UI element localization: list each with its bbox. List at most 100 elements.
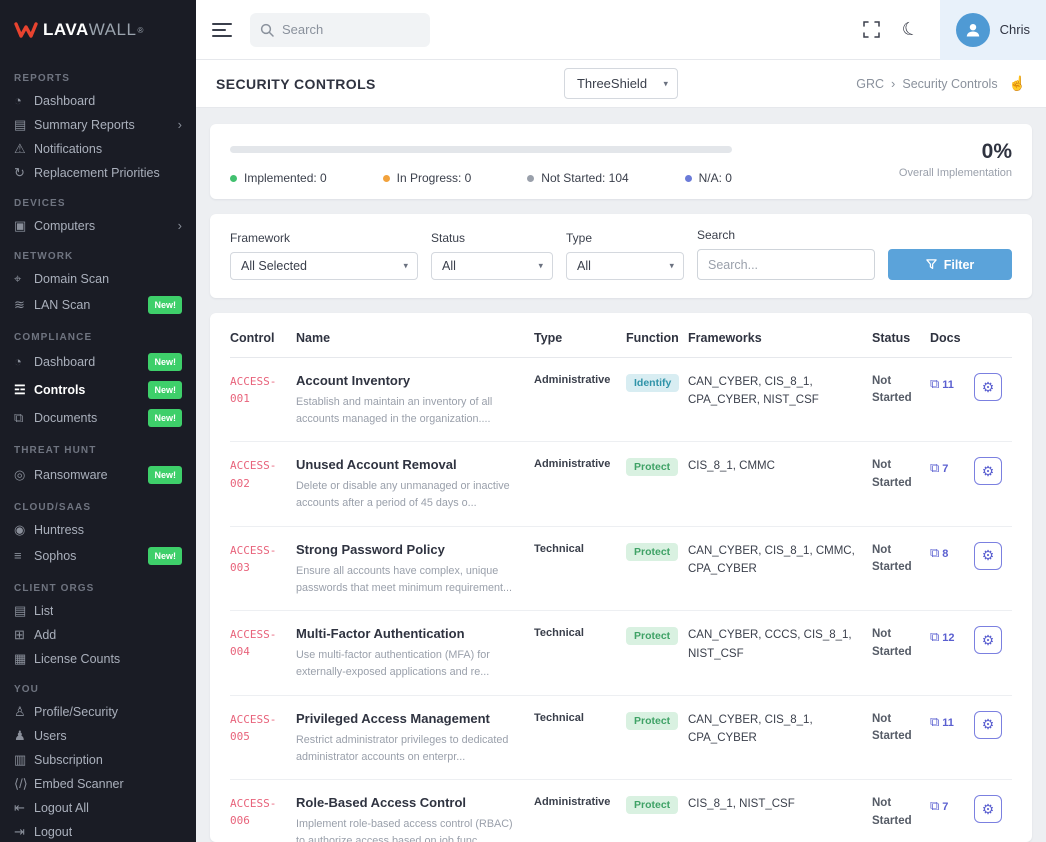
breadcrumb-parent[interactable]: GRC: [856, 77, 884, 91]
sidebar-item[interactable]: ◎ Ransomware New!: [0, 461, 196, 489]
control-name[interactable]: Unused Account Removal: [296, 457, 516, 472]
sidebar-item[interactable]: ≋ LAN Scan New!: [0, 291, 196, 319]
row-settings-button[interactable]: ⚙: [974, 626, 1002, 654]
sidebar-item[interactable]: ⊞ Add: [0, 623, 196, 647]
dark-mode-icon[interactable]: ☾: [899, 17, 921, 42]
sidebar-item[interactable]: ◔ Dashboard New!: [0, 348, 196, 376]
sidebar-item[interactable]: ▤ List: [0, 599, 196, 623]
docs-cell: ⧉7: [930, 457, 960, 479]
control-name[interactable]: Account Inventory: [296, 373, 516, 388]
sidebar-section-network: NETWORK ⌖ Domain Scan ≋ LAN Scan New!: [0, 238, 196, 319]
section-title: COMPLIANCE: [0, 319, 196, 348]
sidebar-item[interactable]: ⚠ Notifications: [0, 137, 196, 161]
control-name[interactable]: Role-Based Access Control: [296, 795, 516, 810]
control-name[interactable]: Multi-Factor Authentication: [296, 626, 516, 641]
list-icon: ▤: [14, 604, 34, 618]
function-badge: Protect: [626, 712, 678, 730]
framework-filter-select[interactable]: All Selected ▾: [230, 252, 418, 280]
gear-icon: ⚙: [982, 716, 995, 733]
sidebar-section-you: YOU ♙ Profile/Security ♟ Users ▥: [0, 671, 196, 842]
control-status: Not Started: [872, 626, 930, 661]
legend-item: In Progress: 0: [383, 171, 472, 185]
control-description: Ensure all accounts have complex, unique…: [296, 563, 516, 596]
row-settings-button[interactable]: ⚙: [974, 457, 1002, 485]
sidebar-item[interactable]: ⧉ Documents New!: [0, 404, 196, 432]
sidebar-item[interactable]: ↻ Replacement Priorities: [0, 161, 196, 185]
sidebar-item[interactable]: ▥ Subscription: [0, 748, 196, 772]
new-badge: New!: [148, 466, 182, 484]
control-id: ACCESS-003: [230, 542, 296, 576]
sidebar-item[interactable]: ≡ Sophos New!: [0, 542, 196, 570]
gear-icon: ⚙: [982, 379, 995, 396]
control-status: Not Started: [872, 457, 930, 492]
sidebar-item[interactable]: ▤ Summary Reports ›: [0, 113, 196, 137]
control-id: ACCESS-004: [230, 626, 296, 660]
main-column: ☾ Chris SECURITY CONTROLS ThreeShield ▾ …: [196, 0, 1046, 842]
sidebar-item[interactable]: ♟ Users: [0, 724, 196, 748]
filter-button[interactable]: Filter: [888, 249, 1012, 280]
sidebar-item-label: Ransomware: [34, 468, 108, 482]
docs-icon[interactable]: ⧉: [930, 629, 939, 644]
brand-logo[interactable]: LAVAWALL®: [0, 0, 196, 60]
sidebar-item[interactable]: ⌖ Domain Scan: [0, 267, 196, 291]
org-selector[interactable]: ThreeShield ▾: [564, 68, 678, 99]
breadcrumb-separator-icon: ›: [891, 76, 895, 91]
docs-count: 8: [942, 548, 948, 560]
type-filter-value: All: [577, 259, 591, 273]
sidebar-section-cloud-saas: CLOUD/SAAS ◉ Huntress ≡ Sophos New!: [0, 489, 196, 570]
sidebar-item[interactable]: ⟨/⟩ Embed Scanner: [0, 772, 196, 796]
add-icon: ⊞: [14, 628, 34, 642]
docs-cell: ⧉11: [930, 711, 960, 733]
logout-all-icon: ⇤: [14, 801, 34, 815]
docs-cell: ⧉7: [930, 795, 960, 817]
docs-icon[interactable]: ⧉: [930, 460, 939, 475]
row-settings-button[interactable]: ⚙: [974, 542, 1002, 570]
control-frameworks: CIS_8_1, CMMC: [688, 457, 872, 475]
legend-label: Implemented: 0: [244, 171, 327, 185]
filter-search-input[interactable]: [697, 249, 875, 280]
sidebar-item[interactable]: ⇥ Logout: [0, 820, 196, 842]
new-badge: New!: [148, 381, 182, 399]
org-selector-value: ThreeShield: [577, 76, 647, 91]
sidebar-item[interactable]: ◉ Huntress: [0, 518, 196, 542]
dashboard-icon: ◔: [14, 94, 34, 108]
control-status: Not Started: [872, 795, 930, 830]
new-badge: New!: [148, 547, 182, 565]
gear-icon: ⚙: [982, 463, 995, 480]
row-settings-button[interactable]: ⚙: [974, 711, 1002, 739]
docs-count: 7: [942, 801, 948, 813]
page-header: SECURITY CONTROLS ThreeShield ▾ GRC › Se…: [196, 60, 1046, 108]
search-input[interactable]: [282, 22, 420, 37]
sidebar-item[interactable]: ☲ Controls New!: [0, 376, 196, 404]
filter-button-label: Filter: [944, 258, 975, 272]
status-filter-select[interactable]: All ▾: [431, 252, 553, 280]
table-row: ACCESS-005 Privileged Access Management …: [230, 696, 1012, 780]
fullscreen-icon[interactable]: [863, 21, 880, 38]
col-header-type: Type: [534, 331, 626, 345]
sidebar-item-label: Sophos: [34, 549, 76, 563]
docs-icon[interactable]: ⧉: [930, 714, 939, 729]
docs-icon[interactable]: ⧉: [930, 545, 939, 560]
chevron-right-icon: ›: [178, 118, 182, 132]
legend-dot: [230, 175, 237, 182]
sidebar-item[interactable]: ♙ Profile/Security: [0, 700, 196, 724]
row-settings-button[interactable]: ⚙: [974, 795, 1002, 823]
menu-toggle-icon[interactable]: [212, 23, 232, 37]
topbar: ☾ Chris: [196, 0, 1046, 60]
control-name[interactable]: Privileged Access Management: [296, 711, 516, 726]
sidebar-item[interactable]: ◔ Dashboard: [0, 89, 196, 113]
type-filter-select[interactable]: All ▾: [566, 252, 684, 280]
row-settings-button[interactable]: ⚙: [974, 373, 1002, 401]
progress-bar: [230, 146, 732, 153]
sidebar-item[interactable]: ▦ License Counts: [0, 647, 196, 671]
user-menu[interactable]: Chris: [940, 0, 1046, 60]
hand-cursor-icon: ☝: [1009, 75, 1026, 92]
docs-icon[interactable]: ⧉: [930, 798, 939, 813]
control-type: Administrative: [534, 795, 626, 808]
controls-table-card: Control Name Type Function Frameworks St…: [210, 313, 1032, 842]
control-name[interactable]: Strong Password Policy: [296, 542, 516, 557]
sidebar-item[interactable]: ▣ Computers ›: [0, 214, 196, 238]
docs-icon[interactable]: ⧉: [930, 376, 939, 391]
sidebar-item[interactable]: ⇤ Logout All: [0, 796, 196, 820]
sidebar-item-label: Summary Reports: [34, 118, 135, 132]
